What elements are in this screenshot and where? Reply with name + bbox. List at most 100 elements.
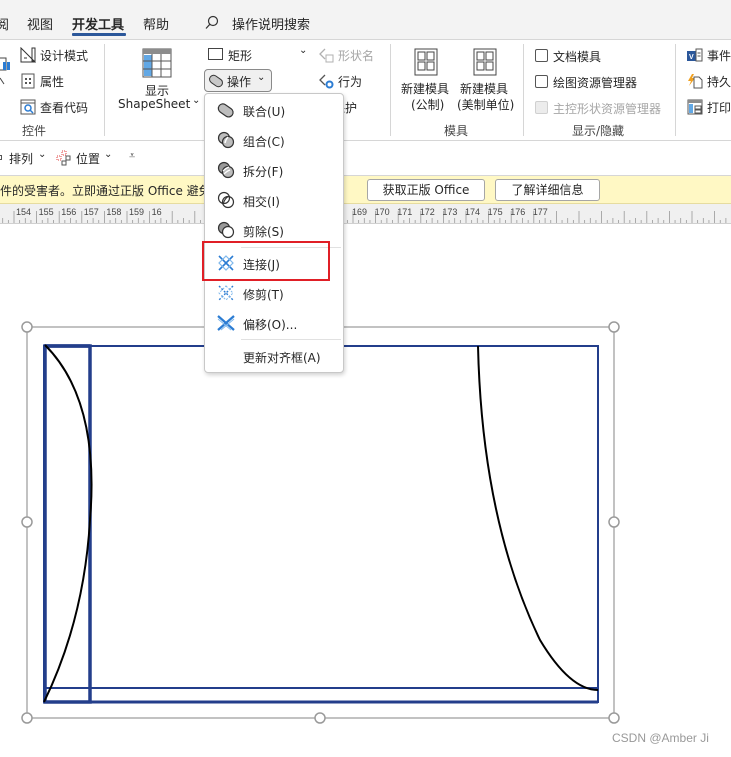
new-stencil-us-button[interactable]: 新建模具 (美制单位) [456, 46, 516, 114]
event-label: 事件 [707, 49, 731, 63]
ribbon: 设计模式 属性 查看代码 控件 显示 ShapeSheet ⌄ 矩形 ⌄ 操作 … [0, 40, 731, 141]
ruler-label: 172 [419, 207, 435, 217]
new-stencil-metric-button[interactable]: 新建模具 (公制) [398, 46, 454, 114]
document-stencil-label: 文档模具 [553, 50, 602, 64]
show-shapesheet-button[interactable]: 显示 ShapeSheet ⌄ [114, 46, 200, 116]
checkbox[interactable] [535, 49, 548, 62]
menu-item-intersect[interactable]: 相交(I) [205, 186, 343, 214]
properties-button[interactable]: 属性 [20, 72, 100, 92]
arrange-icon [0, 155, 2, 160]
behavior-label: 行为 [338, 75, 363, 89]
menu-item-offset[interactable]: 偏移(O)... [205, 309, 343, 337]
menu-item-label: 修剪(T) [243, 288, 284, 302]
view-code-button[interactable]: 查看代码 [20, 98, 100, 118]
resize-handle[interactable] [608, 321, 620, 333]
print-icon [687, 99, 703, 115]
ribbon-tab-bar: 阅 视图 开发工具 帮助 操作说明搜索 [0, 0, 731, 40]
drawing-explorer-label: 绘图资源管理器 [553, 76, 638, 90]
left-arc-upper[interactable] [44, 344, 93, 521]
resize-handle[interactable] [21, 321, 33, 333]
fragment-icon [217, 161, 235, 179]
ruler-label: 158 [106, 207, 122, 217]
resize-handle[interactable] [21, 516, 33, 528]
stencil-icon [414, 48, 438, 76]
active-tab-indicator [72, 33, 126, 36]
group-separator [675, 44, 676, 136]
insert-control-icon [0, 57, 10, 85]
more-commands-icon[interactable]: ⩡ [129, 149, 135, 163]
menu-item-label: 偏移(O)... [243, 318, 298, 332]
event-button[interactable]: V 事件 [687, 46, 731, 66]
arrange-button[interactable]: 排列 ⌄ [0, 149, 50, 168]
position-button[interactable]: 位置 ⌄ [55, 149, 115, 168]
design-mode-label: 设计模式 [40, 49, 89, 63]
rectangle-icon [208, 48, 223, 60]
new-stencil-metric-line1: 新建模具 [401, 82, 450, 96]
menu-item-trim[interactable]: 修剪(T) [205, 279, 343, 307]
persist-button[interactable]: 持久 [687, 72, 731, 92]
resize-handle[interactable] [21, 712, 33, 724]
checkbox[interactable] [535, 75, 548, 88]
tab-help[interactable]: 帮助 [143, 14, 169, 33]
watermark: CSDN @Amber Ji [612, 731, 709, 745]
operations-dropdown-button[interactable]: 操作 ⌄ [204, 69, 272, 92]
new-stencil-us-line2: (美制单位) [457, 98, 515, 112]
left-arc-lower[interactable] [43, 519, 91, 703]
get-genuine-office-button[interactable]: 获取正版 Office [367, 179, 485, 201]
resize-handle[interactable] [608, 516, 620, 528]
left-narrow-rectangle[interactable] [43, 344, 92, 704]
ruler-label: 157 [83, 207, 99, 217]
menu-item-union[interactable]: 联合(U) [205, 96, 343, 124]
tab-review[interactable]: 阅 [0, 14, 9, 33]
shapesheet-icon [142, 48, 172, 78]
menu-item-subtract[interactable]: 剪除(S) [205, 216, 343, 244]
offset-icon [217, 315, 235, 331]
drawing-explorer-checkbox[interactable]: 绘图资源管理器 [535, 73, 665, 91]
event-icon: V [687, 48, 703, 62]
menu-item-combine[interactable]: 组合(C) [205, 126, 343, 154]
resize-handle[interactable] [608, 712, 620, 724]
position-label: 位置 [76, 152, 101, 166]
group-separator [523, 44, 524, 136]
menu-item-label: 拆分(F) [243, 165, 284, 179]
subtract-icon [217, 221, 235, 239]
horizontal-ruler[interactable]: 1541551561571581591616516616716816917017… [0, 204, 731, 224]
resize-handle[interactable] [314, 712, 326, 724]
menu-item-update-alignment-box[interactable]: 更新对齐框(A) [205, 342, 343, 370]
document-stencil-checkbox[interactable]: 文档模具 [535, 47, 665, 65]
shapesheet-line2: ShapeSheet [118, 97, 191, 111]
resize-handles[interactable] [21, 321, 620, 724]
design-mode-button[interactable]: 设计模式 [20, 46, 100, 66]
ruler-label: 169 [352, 207, 368, 217]
ruler-label: 176 [510, 207, 526, 217]
ruler-label: 154 [16, 207, 32, 217]
shape-name-icon [319, 48, 334, 63]
right-arc[interactable] [477, 345, 599, 691]
shape-name-button: 形状名 [318, 46, 388, 66]
operations-icon [209, 74, 223, 88]
svg-text:V: V [689, 54, 694, 61]
tab-developer[interactable]: 开发工具 [72, 14, 124, 33]
chevron-down-icon[interactable]: ⌄ [299, 45, 307, 56]
rectangle-button[interactable]: 矩形 [208, 46, 278, 66]
menu-separator [241, 339, 341, 340]
drawing-canvas[interactable] [0, 225, 731, 754]
bottom-strip-rectangle[interactable] [44, 687, 599, 703]
rectangle-label: 矩形 [228, 49, 253, 63]
operations-label: 操作 [227, 75, 252, 89]
menu-item-label: 组合(C) [243, 135, 285, 149]
print-button[interactable]: 打印 [687, 98, 731, 118]
new-stencil-metric-line2: (公制) [411, 98, 445, 112]
tab-view[interactable]: 视图 [27, 14, 53, 33]
annotation-highlight-box [202, 241, 330, 281]
license-message-bar: 件的受害者。立即通过正版 Office 避免 获取正版 Office 了解详细信… [0, 176, 731, 204]
learn-more-button[interactable]: 了解详细信息 [495, 179, 600, 201]
menu-item-fragment[interactable]: 拆分(F) [205, 156, 343, 184]
outer-rectangle[interactable] [43, 345, 599, 703]
behavior-button[interactable]: 行为 [318, 72, 378, 92]
position-icon [56, 150, 71, 166]
view-code-icon [20, 99, 36, 115]
ruler-label: 155 [38, 207, 54, 217]
ruler-label: 156 [61, 207, 77, 217]
menu-item-label: 剪除(S) [243, 225, 284, 239]
